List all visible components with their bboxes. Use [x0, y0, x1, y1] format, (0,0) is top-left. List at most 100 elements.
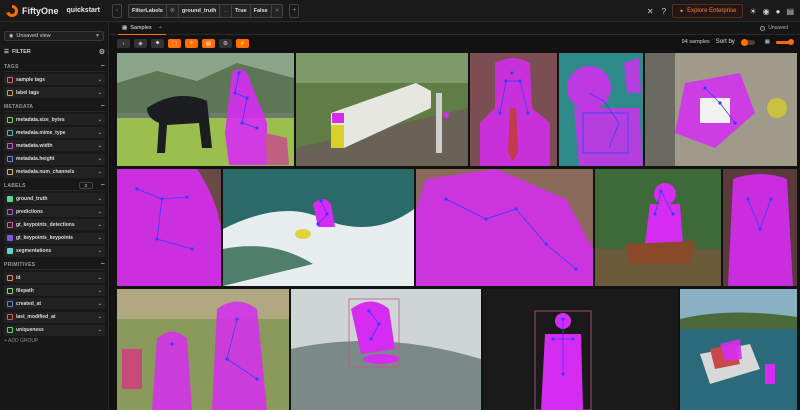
- collapse-icon[interactable]: −: [101, 261, 105, 268]
- field-checkbox[interactable]: [7, 300, 13, 307]
- saved-view-select[interactable]: ◉ Unsaved view ▼: [4, 31, 104, 41]
- field-checkbox[interactable]: [7, 142, 13, 149]
- sample-tile-boat[interactable]: [680, 289, 797, 410]
- field-checkbox[interactable]: [7, 195, 13, 202]
- gear-icon[interactable]: ⚙: [99, 48, 105, 56]
- chevron-down-icon[interactable]: ⌄: [98, 196, 102, 202]
- settings-icon[interactable]: ⚙: [219, 39, 232, 48]
- field-checkbox[interactable]: [7, 156, 13, 163]
- sidebar-group-metadata[interactable]: METADATA −: [4, 102, 105, 112]
- chevron-down-icon[interactable]: ⌄: [98, 222, 102, 228]
- chevron-down-icon[interactable]: ⌄: [98, 156, 102, 162]
- sample-tile-man-dark[interactable]: [483, 289, 678, 410]
- sample-tile-child-closeup[interactable]: [723, 169, 797, 286]
- sidebar-field-metadata-height[interactable]: metadata.height ⌄: [4, 153, 105, 165]
- sidebar-field-uniqueness[interactable]: uniqueness ⌄: [4, 324, 105, 336]
- sidebar-field-created-at[interactable]: created_at ⌄: [4, 298, 105, 310]
- sort-order-toggle[interactable]: [740, 38, 755, 46]
- chevron-down-icon[interactable]: ⌄: [98, 169, 102, 175]
- sidebar-field-gt-keypoints-keypoints[interactable]: gt_keypoints_keypoints ⌄: [4, 232, 105, 244]
- add-group-button[interactable]: + ADD GROUP: [4, 338, 38, 344]
- chevron-down-icon[interactable]: ⌄: [98, 327, 102, 333]
- field-checkbox[interactable]: [7, 327, 13, 334]
- dataset-selector[interactable]: quickstart: [67, 7, 100, 14]
- view-stage-false[interactable]: False: [251, 4, 272, 17]
- field-checkbox[interactable]: [7, 169, 13, 176]
- view-stage-delete-icon[interactable]: ✕: [272, 5, 283, 17]
- sample-tile-boy-saddle[interactable]: [595, 169, 721, 286]
- field-checkbox[interactable]: [7, 235, 13, 242]
- sample-tile-teddy[interactable]: [559, 53, 643, 166]
- logo[interactable]: FiftyOne: [6, 4, 59, 17]
- github-icon[interactable]: ●: [776, 7, 781, 16]
- operator-icon[interactable]: ⚡: [236, 39, 249, 48]
- chevron-down-icon[interactable]: ⌄: [98, 248, 102, 254]
- collapse-icon[interactable]: −: [101, 63, 105, 70]
- tab-close-icon[interactable]: +: [159, 25, 162, 31]
- sidebar-group-labels[interactable]: LABELS 2 −: [4, 181, 105, 191]
- sample-tile-person-closeup[interactable]: [117, 169, 221, 286]
- sidebar-field-id[interactable]: id ⌄: [4, 272, 105, 283]
- sidebar-field-metadata-size-bytes[interactable]: metadata.size_bytes ⌄: [4, 114, 105, 125]
- chevron-down-icon[interactable]: ⌄: [98, 90, 102, 96]
- similarity-search-icon[interactable]: ⌕: [185, 39, 198, 48]
- stage-close-icon[interactable]: ⊗: [167, 4, 179, 17]
- sample-tile-sofa[interactable]: [645, 53, 797, 166]
- sidebar-field-segmentations[interactable]: segmentations ⌄: [4, 245, 105, 257]
- field-checkbox[interactable]: [7, 287, 13, 294]
- view-stage-filterlabels[interactable]: FilterLabels ⊗ ground_truth ... True Fal…: [127, 3, 284, 18]
- sample-tile-person-pink[interactable]: [416, 169, 593, 286]
- sample-tile-two-people[interactable]: [117, 289, 289, 410]
- field-checkbox[interactable]: [7, 314, 13, 321]
- field-checkbox[interactable]: [7, 274, 13, 281]
- add-stage-icon[interactable]: +: [289, 3, 300, 18]
- field-checkbox[interactable]: [7, 221, 13, 228]
- discord-icon[interactable]: ◉: [763, 7, 770, 16]
- sidebar-field-sample-tags[interactable]: sample tags ⌄: [4, 74, 105, 85]
- tab-samples[interactable]: ▦ Samples +: [118, 22, 166, 35]
- explore-enterprise-button[interactable]: ✦ Explore Enterprise: [672, 4, 744, 18]
- field-checkbox[interactable]: [7, 248, 13, 255]
- chevron-down-icon[interactable]: ⌄: [98, 235, 102, 241]
- chevron-down-icon[interactable]: ⌄: [98, 143, 102, 149]
- sidebar-group-primitives[interactable]: PRIMITIVES −: [4, 260, 105, 270]
- collapse-icon[interactable]: −: [101, 103, 105, 110]
- chevron-down-icon[interactable]: ⌄: [98, 314, 102, 320]
- sample-tile-train[interactable]: [296, 53, 468, 166]
- view-bar-back-icon[interactable]: ‹: [111, 3, 122, 18]
- patches-icon[interactable]: ⬚: [168, 39, 181, 48]
- sort-by-label[interactable]: Sort by: [716, 39, 735, 45]
- back-icon[interactable]: ‹: [117, 39, 130, 48]
- book-icon[interactable]: ▤: [786, 7, 794, 16]
- field-checkbox[interactable]: [7, 89, 13, 96]
- field-checkbox[interactable]: [7, 76, 13, 83]
- sort-icon[interactable]: ▤: [202, 39, 215, 48]
- chevron-down-icon[interactable]: ⌄: [98, 209, 102, 215]
- sidebar-group-count[interactable]: 2: [79, 182, 93, 189]
- view-stage-true[interactable]: True: [232, 4, 251, 17]
- sample-tile-surfer-wave[interactable]: [223, 169, 414, 286]
- label-tag-icon[interactable]: ⬥: [151, 39, 164, 48]
- sidebar-field-filepath[interactable]: filepath ⌄: [4, 285, 105, 297]
- chevron-down-icon[interactable]: ⌄: [98, 77, 102, 83]
- field-checkbox[interactable]: [7, 116, 13, 123]
- chevron-down-icon[interactable]: ⌄: [98, 275, 102, 281]
- zoom-slider[interactable]: [776, 38, 794, 45]
- sidebar-field-last-modified-at[interactable]: last_modified_at ⌄: [4, 311, 105, 323]
- sidebar-field-label-tags[interactable]: label tags ⌄: [4, 87, 105, 99]
- sidebar-group-tags[interactable]: TAGS −: [4, 62, 105, 72]
- tag-icon[interactable]: ◈: [134, 39, 147, 48]
- view-stage-field[interactable]: ground_truth: [179, 4, 221, 17]
- sample-tile-surfer-white[interactable]: [291, 289, 481, 410]
- help-icon[interactable]: ?: [662, 7, 666, 16]
- theme-icon[interactable]: ☀: [749, 7, 756, 16]
- sidebar-field-predictions[interactable]: predictions ⌄: [4, 206, 105, 218]
- chevron-down-icon[interactable]: ⌄: [98, 117, 102, 123]
- sidebar-field-metadata-num-channels[interactable]: metadata.num_channels ⌄: [4, 166, 105, 178]
- view-stage-ellipsis[interactable]: ...: [220, 4, 233, 17]
- sample-tile-man-tie[interactable]: [470, 53, 557, 166]
- sidebar-field-metadata-mime-type[interactable]: metadata.mime_type ⌄: [4, 127, 105, 139]
- chevron-down-icon[interactable]: ⌄: [98, 301, 102, 307]
- chevron-down-icon[interactable]: ⌄: [98, 130, 102, 136]
- collapse-icon[interactable]: −: [101, 182, 105, 189]
